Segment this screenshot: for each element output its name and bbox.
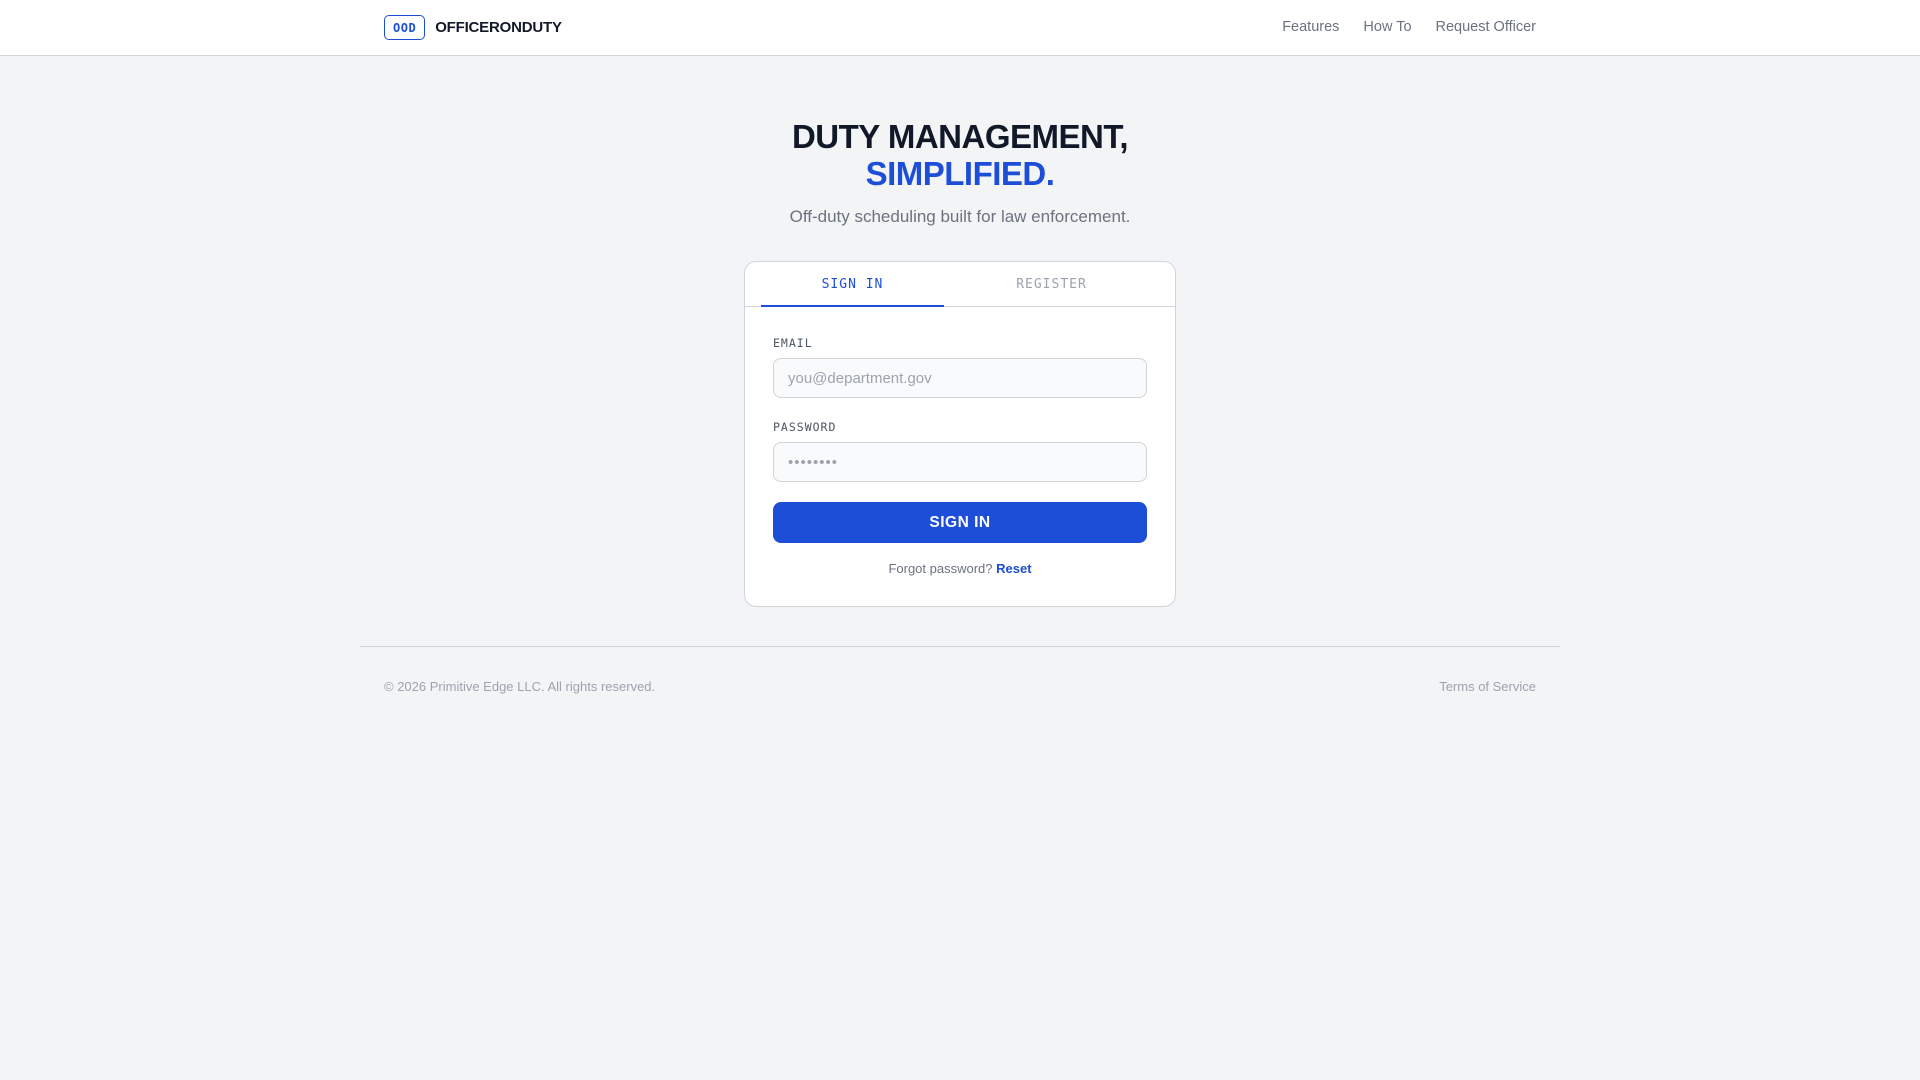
nav-link-how-to[interactable]: How To xyxy=(1363,19,1411,35)
top-navbar: OOD OFFICERONDUTY Features How To Reques… xyxy=(0,0,1920,56)
tab-sign-in[interactable]: SIGN IN xyxy=(761,262,944,307)
auth-tabs: SIGN IN REGISTER xyxy=(745,262,1175,307)
email-label: EMAIL xyxy=(773,336,813,350)
tab-register[interactable]: REGISTER xyxy=(944,262,1159,306)
hero-title: DUTY MANAGEMENT, SIMPLIFIED. xyxy=(0,118,1920,192)
copyright-text: © 2026 Primitive Edge LLC. All rights re… xyxy=(384,679,656,694)
page-footer: © 2026 Primitive Edge LLC. All rights re… xyxy=(360,646,1560,706)
password-input[interactable] xyxy=(773,442,1147,482)
nav-link-request-officer[interactable]: Request Officer xyxy=(1436,19,1536,35)
password-label: PASSWORD xyxy=(773,420,837,434)
hero-section: DUTY MANAGEMENT, SIMPLIFIED. Off-duty sc… xyxy=(0,118,1920,228)
password-field-group: PASSWORD xyxy=(773,420,1147,482)
sign-in-form: EMAIL PASSWORD SIGN IN Forgot password? … xyxy=(745,307,1175,576)
email-input[interactable] xyxy=(773,358,1147,398)
brand-badge: OOD xyxy=(384,15,426,40)
brand-name: OFFICERONDUTY xyxy=(435,19,562,36)
brand-logo-link[interactable]: OOD OFFICERONDUTY xyxy=(384,15,562,40)
hero-title-line-2: SIMPLIFIED. xyxy=(865,155,1055,192)
forgot-password-row: Forgot password? Reset xyxy=(773,561,1147,576)
terms-of-service-link[interactable]: Terms of Service xyxy=(1439,679,1536,694)
nav-link-features[interactable]: Features xyxy=(1282,19,1339,35)
hero-subtitle: Off-duty scheduling built for law enforc… xyxy=(789,207,1131,226)
forgot-password-text: Forgot password? xyxy=(888,561,997,576)
reset-password-link[interactable]: Reset xyxy=(996,561,1031,576)
auth-card: SIGN IN REGISTER EMAIL PASSWORD SIGN IN … xyxy=(744,261,1176,607)
hero-title-line-1: DUTY MANAGEMENT, xyxy=(791,118,1129,155)
sign-in-button[interactable]: SIGN IN xyxy=(773,502,1147,543)
main-nav: Features How To Request Officer xyxy=(1282,0,1536,54)
email-field-group: EMAIL xyxy=(773,336,1147,398)
